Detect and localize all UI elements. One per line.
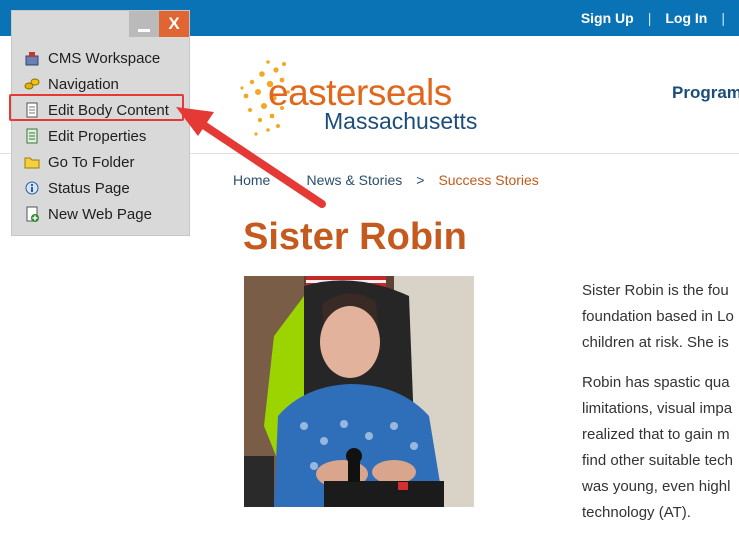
article-line: technology (AT). [582, 504, 691, 521]
menu-item-label: CMS Workspace [48, 49, 161, 67]
nav-programs[interactable]: Programs [672, 83, 739, 103]
page-title: Sister Robin [243, 216, 467, 258]
account-links: Sign Up | Log In | [581, 0, 739, 36]
log-in-link[interactable]: Log In [665, 10, 707, 26]
menu-item-go-to-folder[interactable]: Go To Folder [24, 149, 169, 175]
article-paragraph-2: Robin has spastic qua limitations, visua… [582, 370, 739, 526]
easterseals-logo[interactable]: easterseals Massachusetts [238, 52, 478, 142]
profile-photo [244, 276, 474, 507]
cms-floating-menu: X CMS Workspace Navigation Edit Body Con… [11, 10, 190, 236]
article-line: limitations, visual impa [582, 400, 733, 417]
new-page-icon [24, 206, 40, 222]
properties-icon [24, 128, 40, 144]
close-icon: X [168, 14, 180, 33]
breadcrumb-separator: > [416, 172, 425, 188]
menu-item-status-page[interactable]: Status Page [24, 175, 169, 201]
article-line: was young, even highl [582, 478, 731, 495]
menu-item-edit-properties[interactable]: Edit Properties [24, 123, 169, 149]
article-line: Robin has spastic qua [582, 374, 730, 391]
menu-item-label: Go To Folder [48, 153, 135, 171]
article-line: foundation based in Lo [582, 308, 734, 325]
article-line: children at risk. She is [582, 334, 729, 351]
menu-item-label: Navigation [48, 75, 119, 93]
article-paragraph-1: Sister Robin is the fou foundation based… [582, 278, 739, 356]
article-line: find other suitable tech [582, 452, 733, 469]
menu-item-label: Status Page [48, 179, 130, 197]
breadcrumb-current: Success Stories [438, 172, 539, 188]
minimize-icon [138, 29, 150, 32]
sign-up-link[interactable]: Sign Up [581, 10, 634, 26]
logo-region: Massachusetts [324, 108, 478, 134]
menu-item-cms-workspace[interactable]: CMS Workspace [24, 45, 169, 71]
menu-item-label: New Web Page [48, 205, 152, 223]
link-separator: | [721, 10, 725, 26]
status-icon [24, 180, 40, 196]
close-button[interactable]: X [159, 11, 189, 37]
folder-icon [24, 154, 40, 170]
link-separator: | [647, 10, 652, 26]
menu-item-label: Edit Properties [48, 127, 147, 145]
cms-menu-titlebar: X [129, 11, 189, 37]
navigation-icon [24, 76, 40, 92]
article-line: Sister Robin is the fou [582, 282, 729, 299]
breadcrumb: Home > News & Stories > Success Stories [233, 172, 539, 188]
annotation-highlight-box [9, 94, 184, 121]
breadcrumb-news[interactable]: News & Stories [307, 172, 403, 188]
breadcrumb-home[interactable]: Home [233, 172, 270, 188]
article-line: realized that to gain m [582, 426, 730, 443]
minimize-button[interactable] [129, 11, 159, 37]
workspace-icon [24, 50, 40, 66]
cms-menu-list: CMS Workspace Navigation Edit Body Conte… [24, 45, 169, 227]
menu-item-new-web-page[interactable]: New Web Page [24, 201, 169, 227]
breadcrumb-separator: > [284, 172, 293, 188]
